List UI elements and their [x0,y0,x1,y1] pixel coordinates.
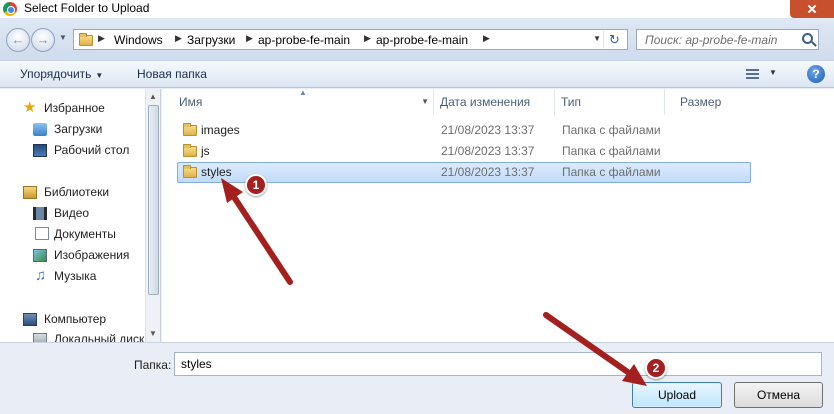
chevron-down-icon: ▼ [95,71,104,80]
folder-icon [183,165,197,178]
file-name: images [201,123,240,137]
sidebar-item-label: Рабочий стол [54,143,130,157]
refresh-icon[interactable]: ↻ [603,31,625,48]
chevron-down-icon[interactable]: ▼ [593,34,601,43]
sidebar-item-label: Библиотеки [44,185,110,199]
chevron-right-icon[interactable]: ▶ [246,33,253,44]
documents-icon [35,227,49,240]
close-button[interactable] [790,0,834,18]
downloads-icon [33,123,47,136]
disk-icon [33,333,47,342]
libraries-icon [23,186,37,199]
help-icon[interactable]: ? [807,65,825,83]
back-button[interactable]: ← [6,28,30,52]
chevron-right-icon[interactable]: ▶ [483,33,490,44]
sidebar-item-label: Изображения [54,248,130,262]
address-bar[interactable]: ▶ Windows ▶ Загрузки ▶ ap-probe-fe-main … [73,29,628,50]
chrome-icon [3,2,17,16]
column-header-date[interactable]: Дата изменения [424,89,555,115]
sort-ascending-icon: ▲ [299,88,307,97]
sidebar-item-label: Локальный диск [54,332,145,342]
file-type: Папка с файлами [562,123,661,137]
step-badge-2: 2 [645,357,667,379]
toolbar: Упорядочить ▼ Новая папка ▼ ? [0,60,834,88]
column-header-label: Имя [179,95,203,109]
desktop-icon [33,144,47,157]
scroll-down-icon[interactable]: ▼ [149,329,157,338]
folder-name-field[interactable]: styles [174,352,822,376]
forward-button[interactable]: → [31,28,55,52]
organize-button[interactable]: Упорядочить ▼ [20,67,103,81]
step-badge-1: 1 [245,174,267,196]
window-title: Select Folder to Upload [24,1,150,15]
star-icon: ★ [23,99,37,116]
sidebar-item-label: Музыка [54,269,97,283]
chevron-right-icon[interactable]: ▶ [98,33,105,44]
dialog-footer: Папка: styles Upload Отмена [0,342,834,414]
breadcrumb-folder-2[interactable]: ap-probe-fe-main [376,33,468,47]
folder-icon [183,144,197,157]
file-row-images[interactable]: images 21/08/2023 13:37 Папка с файлами [177,120,751,141]
search-placeholder: Поиск: ap-probe-fe-main [645,33,778,47]
folder-icon [183,123,197,136]
cancel-button[interactable]: Отмена [734,382,823,408]
file-name: styles [201,165,232,179]
file-list: Имя ▲ ▼ Дата изменения Тип Размер images… [162,88,834,342]
search-icon [802,33,813,44]
folder-label: Папка: [134,358,172,372]
video-icon [33,207,47,220]
file-type: Папка с файлами [562,144,661,158]
view-options-icon[interactable] [746,69,759,80]
navigation-pane: ★ Избранное Загрузки Рабочий стол Библио… [0,89,161,342]
scroll-thumb[interactable] [148,105,159,295]
recent-locations-dropdown[interactable]: ▼ [59,33,67,42]
music-icon: ♫ [35,267,47,284]
file-date: 21/08/2023 13:37 [441,165,535,179]
sidebar-item-label: Загрузки [54,122,103,136]
file-row-js[interactable]: js 21/08/2023 13:37 Папка с файлами [177,141,751,162]
breadcrumb-folder-1[interactable]: ap-probe-fe-main [258,33,350,47]
sidebar-item-label: Компьютер [44,312,107,326]
column-header-name[interactable]: Имя ▲ ▼ [162,88,434,115]
new-folder-button[interactable]: Новая папка [137,67,207,81]
sidebar-scrollbar[interactable]: ▲ ▼ [145,89,160,342]
upload-button[interactable]: Upload [632,382,722,408]
computer-icon [23,313,37,326]
folder-icon [79,33,93,46]
breadcrumb-windows[interactable]: Windows [114,33,163,47]
chevron-down-icon[interactable]: ▼ [769,68,777,77]
chevron-right-icon[interactable]: ▶ [175,33,182,44]
search-input[interactable]: Поиск: ap-probe-fe-main [636,29,819,50]
scroll-up-icon[interactable]: ▲ [149,92,157,101]
file-type: Папка с файлами [562,165,661,179]
images-icon [33,249,47,262]
file-date: 21/08/2023 13:37 [441,123,535,137]
column-header-size[interactable]: Размер [664,89,764,115]
organize-label: Упорядочить [20,67,92,81]
file-name: js [201,144,210,158]
file-date: 21/08/2023 13:37 [441,144,535,158]
title-bar: Select Folder to Upload [0,0,834,18]
sidebar-item-label: Видео [54,206,90,220]
column-header-type[interactable]: Тип [545,89,665,115]
sidebar-item-label: Избранное [44,101,105,115]
sidebar-item-label: Документы [54,227,116,241]
breadcrumb-downloads[interactable]: Загрузки [187,33,235,47]
chevron-right-icon[interactable]: ▶ [364,33,371,44]
address-row: ← → ▼ ▶ Windows ▶ Загрузки ▶ ap-probe-fe… [0,18,834,60]
